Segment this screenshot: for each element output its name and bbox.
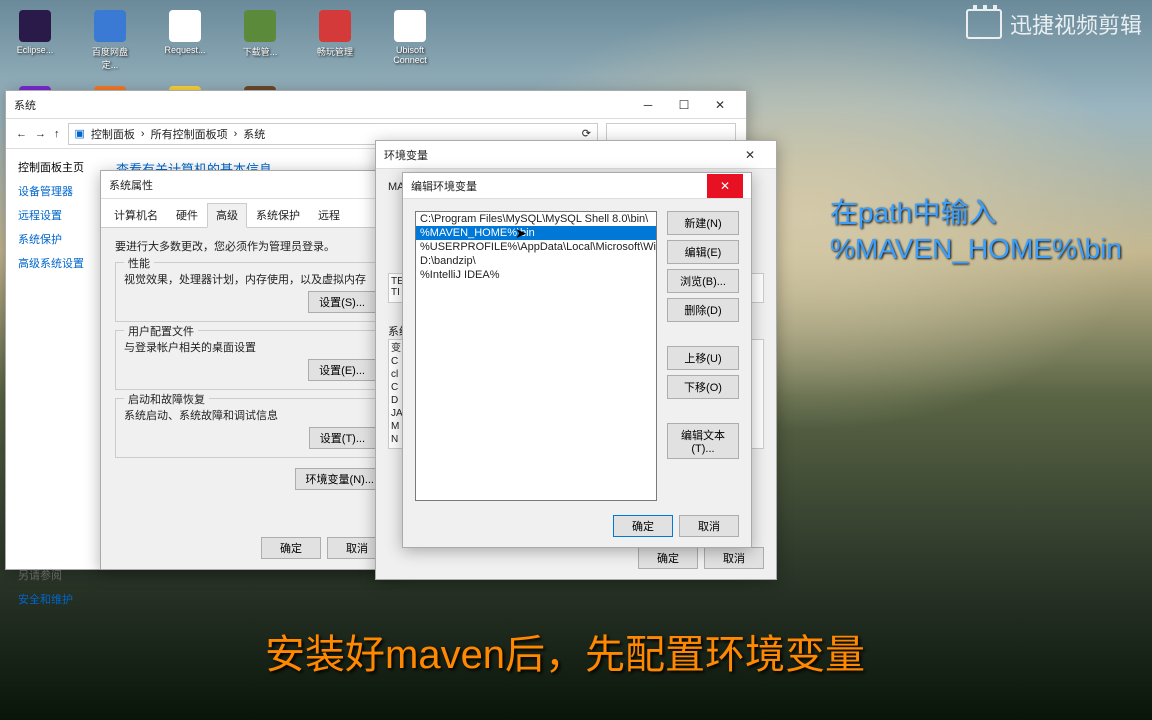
sidebar-item[interactable]: 远程设置 <box>18 207 84 223</box>
desktop-icon[interactable]: 百度网盘定... <box>85 10 135 71</box>
titlebar[interactable]: 系统属性 <box>101 171 399 199</box>
system-properties-window: 系统属性 计算机名 硬件 高级 系统保护 远程 要进行大多数更改，您必须作为管理… <box>100 170 400 570</box>
desktop-icon[interactable]: 畅玩管理 <box>310 10 360 71</box>
edit-text-button[interactable]: 编辑文本(T)... <box>667 423 739 459</box>
tabs: 计算机名 硬件 高级 系统保护 远程 <box>101 199 399 228</box>
browse-button[interactable]: 浏览(B)... <box>667 269 739 293</box>
settings-button[interactable]: 设置(T)... <box>309 427 376 449</box>
group-desc: 系统启动、系统故障和调试信息 <box>124 407 376 423</box>
tab-protection[interactable]: 系统保护 <box>247 203 309 227</box>
path-list[interactable]: C:\Program Files\MySQL\MySQL Shell 8.0\b… <box>415 211 657 501</box>
tab-advanced[interactable]: 高级 <box>207 203 247 228</box>
move-up-button[interactable]: 上移(U) <box>667 346 739 370</box>
ok-button[interactable]: 确定 <box>261 537 321 559</box>
watermark: 迅捷视频剪辑 <box>966 8 1142 40</box>
path-item[interactable]: C:\Program Files\MySQL\MySQL Shell 8.0\b… <box>416 212 656 226</box>
path-item[interactable]: %IntelliJ IDEA% <box>416 268 656 282</box>
up-button[interactable]: ↑ <box>54 128 60 140</box>
group-desc: 与登录帐户相关的桌面设置 <box>124 339 376 355</box>
settings-button[interactable]: 设置(S)... <box>308 291 376 313</box>
path-item[interactable]: %USERPROFILE%\AppData\Local\Microsoft\Wi… <box>416 240 656 254</box>
close-button[interactable]: ✕ <box>702 93 738 117</box>
cancel-button[interactable]: 取消 <box>679 515 739 537</box>
settings-button[interactable]: 设置(E)... <box>308 359 376 381</box>
tab-hardware[interactable]: 硬件 <box>167 203 207 227</box>
sidebar-item[interactable]: 设备管理器 <box>18 183 84 199</box>
new-button[interactable]: 新建(N) <box>667 211 739 235</box>
sidebar-head: 控制面板主页 <box>18 159 84 175</box>
back-button[interactable]: ← <box>16 128 27 140</box>
titlebar[interactable]: 环境变量 ✕ <box>376 141 776 169</box>
sidebar-item[interactable]: 安全和维护 <box>18 591 84 607</box>
film-icon <box>966 9 1002 39</box>
sidebar: 控制面板主页 设备管理器 远程设置 系统保护 高级系统设置 另请参阅 安全和维护 <box>6 149 96 569</box>
tab-remote[interactable]: 远程 <box>309 203 349 227</box>
group-title: 用户配置文件 <box>124 323 198 339</box>
desktop-icon[interactable]: Request... <box>160 10 210 71</box>
forward-button[interactable]: → <box>35 128 46 140</box>
group-desc: 视觉效果，处理器计划，内存使用，以及虚拟内存 <box>124 271 376 287</box>
window-title: 系统 <box>14 97 630 113</box>
env-variables-button[interactable]: 环境变量(N)... <box>295 468 385 490</box>
titlebar[interactable]: 编辑环境变量 ✕ <box>403 173 751 199</box>
edit-path-window: 编辑环境变量 ✕ C:\Program Files\MySQL\MySQL Sh… <box>402 172 752 548</box>
close-button[interactable]: ✕ <box>732 143 768 167</box>
path-item[interactable]: D:\bandzip\ <box>416 254 656 268</box>
cancel-button[interactable]: 取消 <box>704 547 764 569</box>
desktop-icon[interactable]: Ubisoft Connect <box>385 10 435 71</box>
ok-button[interactable]: 确定 <box>638 547 698 569</box>
path-item-selected[interactable]: %MAVEN_HOME%\bin <box>416 226 656 240</box>
note-text: 要进行大多数更改，您必须作为管理员登录。 <box>115 238 385 254</box>
titlebar[interactable]: 系统 ─ ☐ ✕ <box>6 91 746 119</box>
sidebar-item[interactable]: 系统保护 <box>18 231 84 247</box>
ok-button[interactable]: 确定 <box>613 515 673 537</box>
window-title: 环境变量 <box>384 147 732 163</box>
overlay-instruction: 在path中输入 %MAVEN_HOME%\bin <box>830 195 1122 268</box>
minimize-button[interactable]: ─ <box>630 93 666 117</box>
delete-button[interactable]: 删除(D) <box>667 298 739 322</box>
overlay-caption: 安装好maven后，先配置环境变量 <box>265 622 865 680</box>
maximize-button[interactable]: ☐ <box>666 93 702 117</box>
close-button[interactable]: ✕ <box>707 174 743 198</box>
window-title: 编辑环境变量 <box>411 178 707 194</box>
edit-button[interactable]: 编辑(E) <box>667 240 739 264</box>
sidebar-bottom-head: 另请参阅 <box>18 567 84 583</box>
desktop-icon[interactable]: Eclipse... <box>10 10 60 71</box>
sidebar-item[interactable]: 高级系统设置 <box>18 255 84 271</box>
window-title: 系统属性 <box>109 177 391 193</box>
desktop-icon[interactable]: 下载管... <box>235 10 285 71</box>
tab-computer-name[interactable]: 计算机名 <box>105 203 167 227</box>
group-title: 启动和故障恢复 <box>124 391 209 407</box>
move-down-button[interactable]: 下移(O) <box>667 375 739 399</box>
group-title: 性能 <box>124 255 154 271</box>
